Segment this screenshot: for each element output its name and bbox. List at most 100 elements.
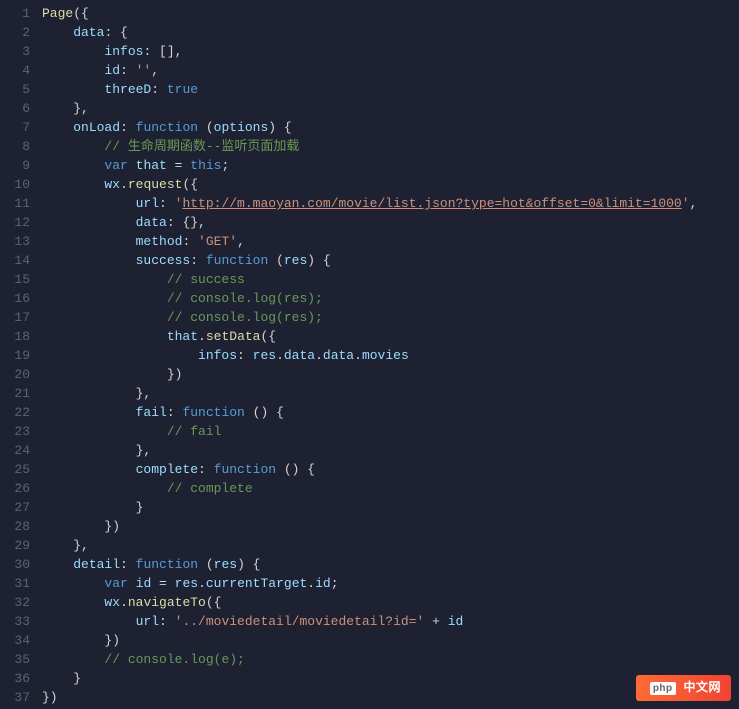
code-line[interactable]: that.setData({ <box>42 327 739 346</box>
code-line[interactable]: // complete <box>42 479 739 498</box>
code-line[interactable]: wx.navigateTo({ <box>42 593 739 612</box>
code-line[interactable]: // console.log(res); <box>42 308 739 327</box>
code-line[interactable]: threeD: true <box>42 80 739 99</box>
php-cn-watermark: 中文网 <box>636 675 731 701</box>
code-line[interactable]: wx.request({ <box>42 175 739 194</box>
line-number: 5 <box>0 80 30 99</box>
code-token: }, <box>42 538 89 553</box>
code-token: '../moviedetail/moviedetail?id=' <box>175 614 425 629</box>
code-line[interactable]: }, <box>42 441 739 460</box>
code-token: . <box>198 576 206 591</box>
code-line[interactable]: } <box>42 498 739 517</box>
code-token: : [], <box>143 44 182 59</box>
code-token: true <box>167 82 198 97</box>
code-line[interactable]: }) <box>42 688 739 707</box>
code-line[interactable]: // console.log(res); <box>42 289 739 308</box>
code-token: '' <box>136 63 152 78</box>
line-number: 22 <box>0 403 30 422</box>
code-token: : <box>182 234 198 249</box>
code-token: wx <box>104 177 120 192</box>
code-token <box>42 348 198 363</box>
code-line[interactable]: complete: function () { <box>42 460 739 479</box>
code-content[interactable]: Page({ data: { infos: [], id: '', threeD… <box>42 0 739 709</box>
line-number: 26 <box>0 479 30 498</box>
code-token: : {}, <box>167 215 206 230</box>
code-line[interactable]: }) <box>42 365 739 384</box>
code-token <box>42 329 167 344</box>
code-editor[interactable]: 1234567891011121314151617181920212223242… <box>0 0 739 709</box>
line-number: 35 <box>0 650 30 669</box>
code-token: = <box>151 576 174 591</box>
code-token: // console.log(res); <box>167 310 323 325</box>
code-line[interactable]: // console.log(e); <box>42 650 739 669</box>
code-line[interactable]: infos: res.data.data.movies <box>42 346 739 365</box>
code-line[interactable]: onLoad: function (options) { <box>42 118 739 137</box>
code-line[interactable]: url: 'http://m.maoyan.com/movie/list.jso… <box>42 194 739 213</box>
code-token: }, <box>42 101 89 116</box>
code-line[interactable]: }, <box>42 99 739 118</box>
code-token <box>42 576 104 591</box>
code-token: res <box>214 557 237 572</box>
code-line[interactable]: }) <box>42 517 739 536</box>
code-token <box>42 462 136 477</box>
code-token: }) <box>42 633 120 648</box>
code-token: id <box>315 576 331 591</box>
code-line[interactable]: }) <box>42 631 739 650</box>
code-line[interactable]: infos: [], <box>42 42 739 61</box>
code-line[interactable]: } <box>42 669 739 688</box>
code-line[interactable]: var id = res.currentTarget.id; <box>42 574 739 593</box>
code-line[interactable]: data: {}, <box>42 213 739 232</box>
line-number: 23 <box>0 422 30 441</box>
code-token: . <box>307 576 315 591</box>
code-token: url <box>136 614 159 629</box>
code-token: ; <box>221 158 229 173</box>
code-line[interactable]: fail: function () { <box>42 403 739 422</box>
code-token: request <box>128 177 183 192</box>
code-line[interactable]: success: function (res) { <box>42 251 739 270</box>
code-line[interactable]: // 生命周期函数--监听页面加载 <box>42 137 739 156</box>
code-line[interactable]: Page({ <box>42 4 739 23</box>
code-token: : <box>120 120 136 135</box>
code-line[interactable]: var that = this; <box>42 156 739 175</box>
code-token: method <box>136 234 183 249</box>
code-token: fail <box>136 405 167 420</box>
code-token: 'GET' <box>198 234 237 249</box>
code-token: }, <box>42 443 151 458</box>
code-token: movies <box>362 348 409 363</box>
code-token: ({ <box>182 177 198 192</box>
line-number-gutter: 1234567891011121314151617181920212223242… <box>0 0 42 709</box>
line-number: 14 <box>0 251 30 270</box>
code-line[interactable]: id: '', <box>42 61 739 80</box>
code-token: data <box>323 348 354 363</box>
line-number: 30 <box>0 555 30 574</box>
line-number: 2 <box>0 23 30 42</box>
code-token: . <box>120 595 128 610</box>
code-token <box>42 139 104 154</box>
code-token <box>42 481 167 496</box>
code-line[interactable]: url: '../moviedetail/moviedetail?id=' + … <box>42 612 739 631</box>
code-line[interactable]: method: 'GET', <box>42 232 739 251</box>
code-token: } <box>42 671 81 686</box>
code-token: res <box>253 348 276 363</box>
code-line[interactable]: }, <box>42 536 739 555</box>
code-token: ({ <box>73 6 89 21</box>
code-token: that <box>136 158 167 173</box>
code-line[interactable]: detail: function (res) { <box>42 555 739 574</box>
code-line[interactable]: data: { <box>42 23 739 42</box>
code-token: () { <box>245 405 284 420</box>
code-token <box>42 291 167 306</box>
code-token <box>42 253 136 268</box>
code-token <box>42 652 104 667</box>
code-token: setData <box>206 329 261 344</box>
code-line[interactable]: // success <box>42 270 739 289</box>
line-number: 12 <box>0 213 30 232</box>
code-token <box>42 424 167 439</box>
watermark-text: 中文网 <box>683 680 721 694</box>
line-number: 33 <box>0 612 30 631</box>
code-token: currentTarget <box>206 576 307 591</box>
code-line[interactable]: }, <box>42 384 739 403</box>
code-token: }, <box>42 386 151 401</box>
code-token: detail <box>73 557 120 572</box>
code-line[interactable]: // fail <box>42 422 739 441</box>
line-number: 4 <box>0 61 30 80</box>
